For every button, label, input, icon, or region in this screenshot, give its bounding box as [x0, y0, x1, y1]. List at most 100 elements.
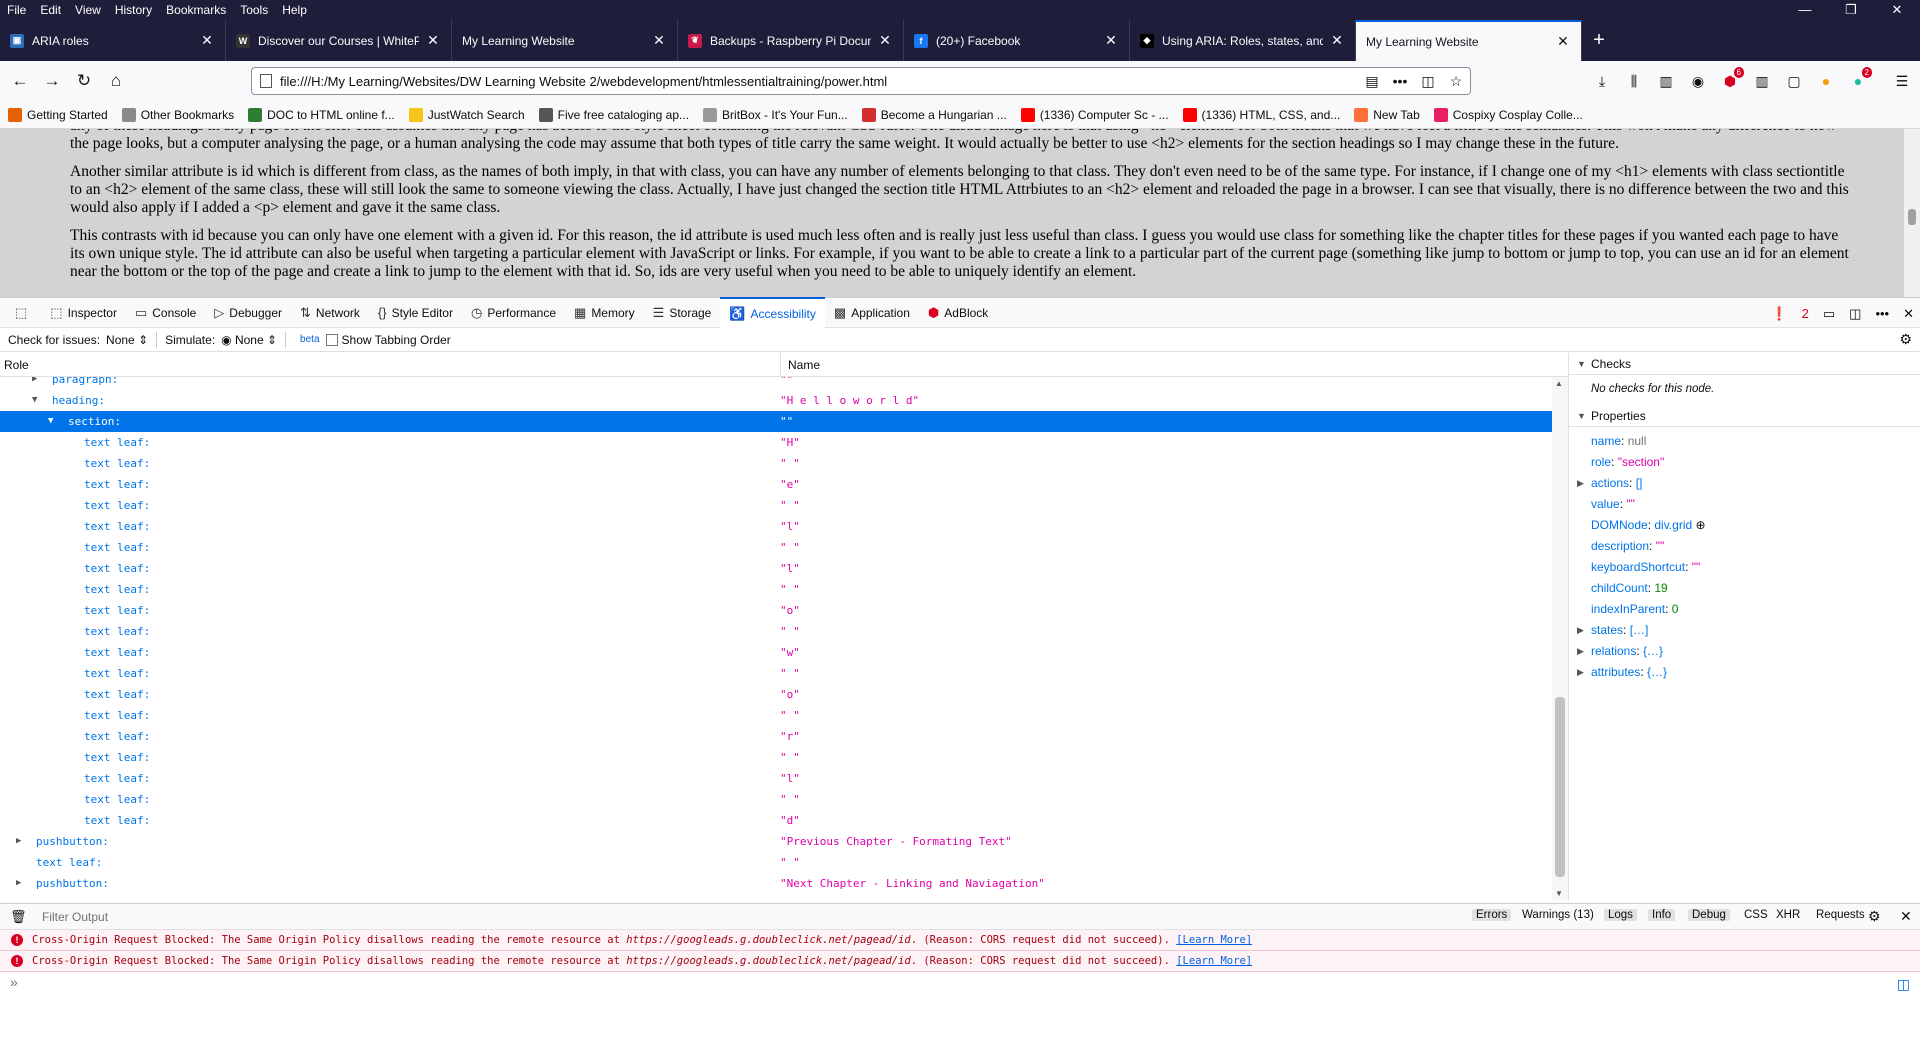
downloads-icon[interactable]: ⤓: [1586, 65, 1618, 97]
devtools-tab-adblock[interactable]: ⬢ AdBlock: [919, 297, 997, 328]
bookmark-item[interactable]: New Tab: [1354, 107, 1420, 122]
extension-icon[interactable]: ● 2: [1842, 65, 1874, 97]
tree-row[interactable]: text leaf: " ": [0, 453, 1552, 474]
learn-more-link[interactable]: [Learn More]: [1176, 955, 1252, 967]
menu-history[interactable]: History: [108, 3, 159, 17]
collapse-twisty-icon[interactable]: ▼: [32, 390, 37, 411]
element-picker-icon[interactable]: ⬚: [6, 297, 41, 328]
tree-row[interactable]: text leaf: " ": [0, 705, 1552, 726]
devtools-tab-network[interactable]: ⇅ Network: [291, 297, 369, 328]
home-icon[interactable]: ⌂: [100, 65, 132, 97]
devtools-tab-console[interactable]: ▭ Console: [126, 297, 205, 328]
close-tab-icon[interactable]: ✕: [425, 32, 441, 49]
expand-twisty-icon[interactable]: ▶: [16, 831, 21, 852]
check-issues-select[interactable]: None ⇕: [106, 333, 148, 347]
tree-row[interactable]: ▼ heading: "H e l l o w o r l d": [0, 390, 1552, 411]
property-row[interactable]: ▶ states: […]: [1577, 620, 1648, 641]
tree-row[interactable]: text leaf: "o": [0, 600, 1552, 621]
more-actions-icon[interactable]: •••: [1386, 73, 1414, 89]
expand-twisty-icon[interactable]: ▶: [1577, 662, 1584, 683]
tree-row[interactable]: text leaf: " ": [0, 789, 1552, 810]
bookmark-item[interactable]: Other Bookmarks: [121, 107, 234, 122]
extension-icon[interactable]: ●: [1810, 65, 1842, 97]
console-settings-gear-icon[interactable]: ⚙: [1868, 908, 1881, 925]
close-console-icon[interactable]: ✕: [1900, 908, 1912, 925]
menu-help[interactable]: Help: [275, 3, 314, 17]
tree-row[interactable]: text leaf: "l": [0, 516, 1552, 537]
tree-row[interactable]: text leaf: " ": [0, 495, 1552, 516]
console-input[interactable]: » ◫: [0, 974, 1920, 994]
bookmark-item[interactable]: JustWatch Search: [408, 107, 525, 122]
close-window-button[interactable]: ✕: [1874, 0, 1920, 20]
tree-row[interactable]: text leaf: "e": [0, 474, 1552, 495]
browser-tab[interactable]: My Learning Website ✕: [1356, 20, 1582, 61]
extension-icon[interactable]: ▢: [1778, 65, 1810, 97]
forward-icon[interactable]: →: [36, 65, 68, 97]
new-tab-button[interactable]: +: [1582, 20, 1616, 61]
select-node-icon[interactable]: ⊕: [1692, 518, 1705, 532]
expand-twisty-icon[interactable]: ▶: [32, 377, 37, 390]
settings-gear-icon[interactable]: ⚙: [1899, 331, 1912, 348]
tree-row[interactable]: ▶ paragraph: "": [0, 377, 1552, 390]
trash-icon[interactable]: 🗑: [10, 909, 27, 925]
expand-twisty-icon[interactable]: ▶: [1577, 641, 1584, 662]
devtools-tab-debugger[interactable]: ▷ Debugger: [205, 297, 291, 328]
property-row[interactable]: ▶ relations: {…}: [1577, 641, 1663, 662]
url-text[interactable]: file:///H:/My Learning/Websites/DW Learn…: [280, 74, 1358, 89]
tree-row[interactable]: text leaf: " ": [0, 663, 1552, 684]
property-value[interactable]: div.grid: [1654, 518, 1692, 532]
devtools-tab-inspector[interactable]: ⬚ Inspector: [41, 297, 126, 328]
restore-button[interactable]: ❐: [1828, 0, 1874, 20]
expand-twisty-icon[interactable]: ▶: [1577, 473, 1584, 494]
menu-edit[interactable]: Edit: [33, 3, 68, 17]
url-bar[interactable]: file:///H:/My Learning/Websites/DW Learn…: [251, 67, 1471, 95]
bookmark-item[interactable]: Cospixy Cosplay Colle...: [1433, 107, 1583, 122]
tree-scrollbar[interactable]: ▲ ▼: [1552, 377, 1568, 900]
reader-view-icon[interactable]: ▤: [1358, 73, 1386, 90]
bookmark-item[interactable]: Getting Started: [8, 107, 108, 122]
menu-view[interactable]: View: [68, 3, 108, 17]
dock-icon[interactable]: ◫: [1849, 306, 1861, 322]
devtools-tab-accessibility[interactable]: ♿ Accessibility: [720, 297, 825, 328]
expand-twisty-icon[interactable]: ▶: [1577, 620, 1584, 641]
bookmark-star-icon[interactable]: ☆: [1442, 73, 1470, 90]
back-icon[interactable]: ←: [4, 65, 36, 97]
reload-icon[interactable]: ↻: [68, 65, 100, 97]
close-tab-icon[interactable]: ✕: [1555, 33, 1571, 50]
collapse-twisty-icon[interactable]: ▼: [48, 411, 53, 432]
property-row[interactable]: ▶ attributes: {…}: [1577, 662, 1667, 683]
devtools-tab-performance[interactable]: ◷ Performance: [462, 297, 565, 328]
browser-tab[interactable]: f (20+) Facebook ✕: [904, 20, 1130, 61]
tabbing-order-label[interactable]: Show Tabbing Order: [342, 333, 451, 347]
menu-file[interactable]: File: [0, 3, 33, 17]
devtools-tab-memory[interactable]: ▦ Memory: [565, 297, 644, 328]
tree-row[interactable]: ▶ pushbutton: "Next Chapter - Linking and …: [0, 873, 1552, 894]
tree-row[interactable]: text leaf: "o": [0, 684, 1552, 705]
learn-more-link[interactable]: [Learn More]: [1176, 934, 1252, 946]
close-tab-icon[interactable]: ✕: [199, 32, 215, 49]
filter-requests[interactable]: Requests: [1812, 909, 1869, 921]
devtools-tab-style-editor[interactable]: {} Style Editor: [369, 297, 462, 328]
browser-tab[interactable]: W Discover our Courses | WhitePe ✕: [226, 20, 452, 61]
tree-row[interactable]: text leaf: "d": [0, 810, 1552, 831]
tree-row[interactable]: text leaf: " ": [0, 852, 1552, 873]
tree-row[interactable]: text leaf: "r": [0, 726, 1552, 747]
browser-tab[interactable]: ▣ ARIA roles ✕: [0, 20, 226, 61]
filter-warnings[interactable]: Warnings (13): [1518, 909, 1598, 921]
filter-info[interactable]: Info: [1648, 909, 1676, 921]
extension-icon[interactable]: ▥: [1746, 65, 1778, 97]
sidebar-icon[interactable]: ▥: [1650, 65, 1682, 97]
browser-tab[interactable]: My Learning Website ✕: [452, 20, 678, 61]
tree-row[interactable]: text leaf: " ": [0, 537, 1552, 558]
properties-section-header[interactable]: ▼ Properties: [1569, 405, 1920, 427]
tree-row[interactable]: text leaf: "l": [0, 558, 1552, 579]
tabbing-order-checkbox[interactable]: [325, 333, 338, 346]
devtools-tab-application[interactable]: ▩ Application: [825, 297, 919, 328]
simulate-select[interactable]: ◉ None ⇕: [221, 333, 277, 347]
tree-row[interactable]: text leaf: "w": [0, 642, 1552, 663]
checks-section-header[interactable]: ▼ Checks: [1569, 353, 1920, 375]
menu-bookmarks[interactable]: Bookmarks: [159, 3, 233, 17]
split-console-icon[interactable]: ◫: [1897, 976, 1910, 993]
bookmark-item[interactable]: Five free cataloging ap...: [538, 107, 689, 122]
responsive-design-icon[interactable]: ▭: [1823, 306, 1835, 322]
